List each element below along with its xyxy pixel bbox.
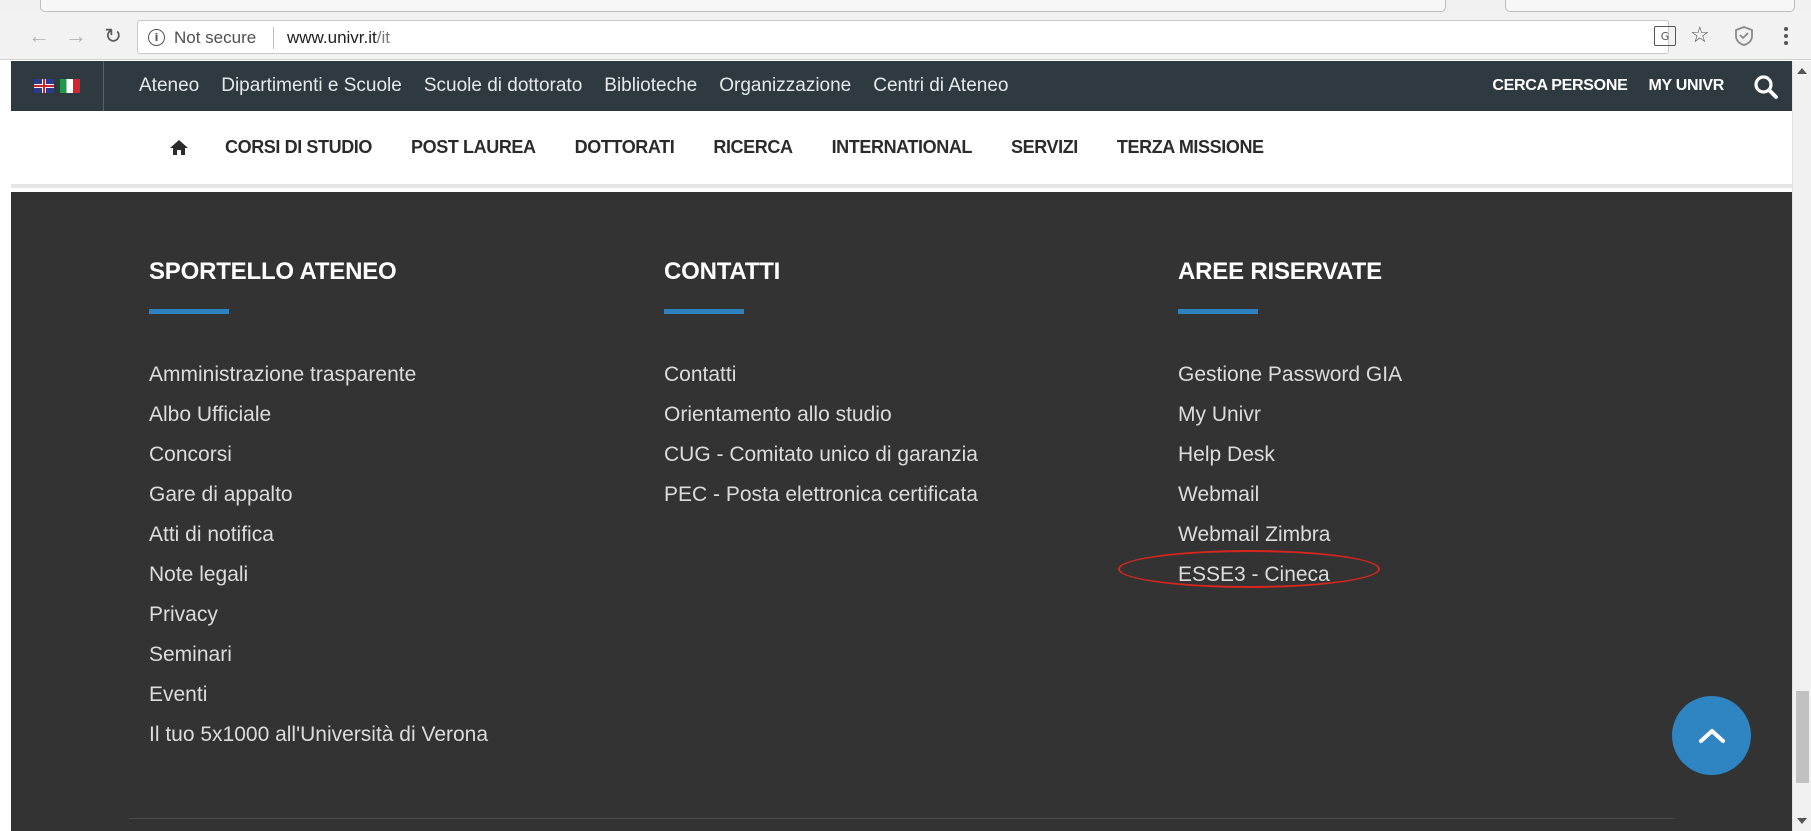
page-scrollbar[interactable] — [1792, 61, 1811, 831]
back-to-top-button[interactable] — [1672, 696, 1751, 775]
browser-tab-strip — [0, 0, 1811, 14]
translate-icon[interactable]: G — [1654, 26, 1676, 46]
mainnav-terza-missione[interactable]: TERZA MISSIONE — [1117, 137, 1264, 158]
url-host: www.univr.it — [287, 28, 377, 47]
browser-tab[interactable] — [40, 0, 1446, 12]
shield-icon[interactable] — [1733, 25, 1755, 47]
footer-link[interactable]: Seminari — [149, 635, 488, 675]
mainnav-post-laurea[interactable]: POST LAUREA — [411, 137, 536, 158]
home-icon[interactable] — [169, 139, 189, 156]
info-icon[interactable]: i — [148, 29, 165, 46]
cerca-persone-link[interactable]: CERCA PERSONE — [1492, 77, 1627, 95]
url-separator — [273, 27, 274, 49]
menu-icon[interactable] — [1778, 24, 1794, 48]
site-footer: SPORTELLO ATENEO Amministrazione traspar… — [11, 192, 1792, 831]
column-title: CONTATTI — [664, 258, 781, 285]
footer-link[interactable]: Gare di appalto — [149, 475, 488, 515]
back-icon[interactable]: ← — [25, 22, 53, 50]
footer-link[interactable]: Note legali — [149, 555, 488, 595]
column-title: AREE RISERVATE — [1178, 258, 1382, 285]
language-switcher — [11, 61, 104, 111]
chevron-up-icon — [1698, 728, 1725, 743]
viewport-margin — [0, 61, 11, 831]
reload-icon[interactable]: ↻ — [99, 22, 127, 50]
footer-link[interactable]: Eventi — [149, 675, 488, 715]
column-title: SPORTELLO ATENEO — [149, 258, 397, 285]
topnav-biblioteche[interactable]: Biblioteche — [604, 75, 697, 97]
browser-toolbar: ← → ↻ i Not secure www.univr.it/it G ☆ — [0, 14, 1811, 60]
my-univr-link[interactable]: MY UNIVR — [1648, 77, 1724, 95]
topnav-organizzazione[interactable]: Organizzazione — [719, 75, 851, 97]
footer-link[interactable]: Webmail — [1178, 475, 1402, 515]
mainnav-international[interactable]: INTERNATIONAL — [832, 137, 973, 158]
url-path: /it — [376, 28, 390, 47]
title-underline — [1178, 309, 1258, 314]
security-label: Not secure — [174, 28, 257, 47]
site-topbar: Ateneo Dipartimenti e Scuole Scuole di d… — [11, 61, 1792, 111]
star-icon[interactable]: ☆ — [1690, 22, 1710, 48]
footer-link[interactable]: CUG - Comitato unico di garanzia — [664, 435, 978, 475]
main-navigation: CORSI DI STUDIO POST LAUREA DOTTORATI RI… — [11, 111, 1792, 188]
footer-link[interactable]: Help Desk — [1178, 435, 1402, 475]
mainnav-dottorati[interactable]: DOTTORATI — [575, 137, 675, 158]
italy-flag-icon[interactable] — [60, 79, 80, 93]
scroll-down-icon[interactable] — [1797, 818, 1807, 824]
topnav-ateneo[interactable]: Ateneo — [139, 75, 199, 97]
scrollbar-thumb[interactable] — [1796, 691, 1809, 783]
topnav-centri[interactable]: Centri di Ateneo — [873, 75, 1008, 97]
footer-link[interactable]: Il tuo 5x1000 all'Università di Verona — [149, 715, 488, 755]
footer-link[interactable]: Orientamento allo studio — [664, 395, 978, 435]
search-icon[interactable] — [1752, 73, 1780, 101]
uk-flag-icon[interactable] — [34, 79, 54, 93]
footer-link[interactable]: Albo Ufficiale — [149, 395, 488, 435]
address-bar[interactable]: i Not secure www.univr.it/it — [137, 20, 1669, 54]
annotation-ellipse — [1118, 550, 1380, 588]
footer-link[interactable]: Privacy — [149, 595, 488, 635]
footer-link[interactable]: My Univr — [1178, 395, 1402, 435]
top-navigation: Ateneo Dipartimenti e Scuole Scuole di d… — [139, 61, 1008, 111]
forward-icon[interactable]: → — [62, 22, 90, 50]
scroll-up-icon[interactable] — [1797, 68, 1807, 74]
mainnav-corsi-di-studio[interactable]: CORSI DI STUDIO — [225, 137, 372, 158]
footer-divider — [129, 818, 1674, 819]
footer-link[interactable]: Gestione Password GIA — [1178, 355, 1402, 395]
footer-link[interactable]: Atti di notifica — [149, 515, 488, 555]
footer-link[interactable]: Webmail Zimbra — [1178, 515, 1402, 555]
footer-link[interactable]: PEC - Posta elettronica certificata — [664, 475, 978, 515]
title-underline — [149, 309, 229, 314]
footer-link[interactable]: Contatti — [664, 355, 978, 395]
browser-tab[interactable] — [1505, 0, 1795, 12]
topnav-dipartimenti[interactable]: Dipartimenti e Scuole — [221, 75, 402, 97]
topnav-scuole-dottorato[interactable]: Scuole di dottorato — [424, 75, 582, 97]
mainnav-servizi[interactable]: SERVIZI — [1011, 137, 1078, 158]
url-text[interactable]: www.univr.it/it — [287, 28, 390, 48]
title-underline — [664, 309, 744, 314]
main-menu: CORSI DI STUDIO POST LAUREA DOTTORATI RI… — [225, 111, 1264, 184]
link-list: Contatti Orientamento allo studio CUG - … — [664, 355, 978, 515]
footer-link[interactable]: Concorsi — [149, 435, 488, 475]
top-links: CERCA PERSONE MY UNIVR — [1492, 61, 1724, 111]
link-list: Amministrazione trasparente Albo Ufficia… — [149, 355, 488, 755]
mainnav-ricerca[interactable]: RICERCA — [713, 137, 793, 158]
footer-link[interactable]: Amministrazione trasparente — [149, 355, 488, 395]
